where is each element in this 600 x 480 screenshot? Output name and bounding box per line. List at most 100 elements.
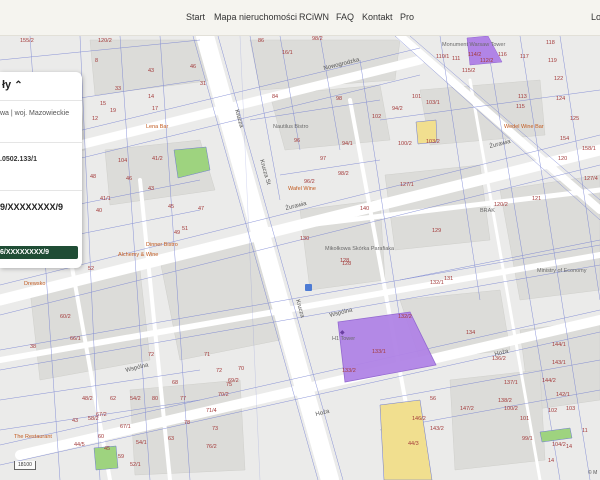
- parcel-label: 132/2: [398, 314, 412, 320]
- panel-title[interactable]: ły ⌃: [2, 79, 23, 91]
- parcel-label: 128: [340, 258, 349, 264]
- parcel-label: 111: [452, 56, 460, 62]
- parcel-label: 54/2: [130, 396, 141, 402]
- divider: [0, 100, 82, 101]
- parcel-label: 19: [110, 108, 116, 114]
- parcel-label: 131: [444, 276, 453, 282]
- parcel-label: 138/2: [498, 398, 512, 404]
- parcel-label: 118: [546, 40, 555, 46]
- parcel-label: 86: [258, 38, 264, 44]
- parcel-label: 49: [174, 230, 180, 236]
- parcel-label: 110/1: [436, 54, 449, 60]
- parcel-label: 136/2: [492, 356, 506, 362]
- poi-the-restaurant: The Restaurant: [14, 434, 52, 440]
- parcel-label: 44/3: [408, 441, 419, 447]
- parcel-label: 127/1: [400, 182, 414, 188]
- poi-brak: BRAK: [480, 208, 495, 214]
- parcel-label: 147/2: [460, 406, 474, 412]
- parcel-label: 48/2: [82, 396, 93, 402]
- parcel-label: 130: [300, 236, 309, 242]
- parcel-label: 14: [148, 94, 154, 100]
- parcel-label: 80: [152, 396, 158, 402]
- parcel-label: 78: [184, 420, 190, 426]
- parcel-label: 104: [118, 158, 127, 164]
- parcel-label: 101: [412, 94, 421, 100]
- parcel-label: 144/1: [552, 342, 566, 348]
- parcel-info-panel: ły ⌃ wa | woj. Mazowieckie .0502.133/1 9/…: [0, 72, 82, 268]
- parcel-id: .0502.133/1: [0, 156, 37, 163]
- poi-wedel-wine-bar: Wedel Wine Bar: [504, 124, 544, 130]
- parcel-label: 72: [216, 368, 222, 374]
- nav-mapa-nieruchomosci[interactable]: Mapa nieruchomości: [214, 12, 297, 22]
- parcel-label: 103/1: [426, 100, 440, 106]
- parcel-label: 44/5: [74, 442, 85, 448]
- map-attribution[interactable]: © M: [588, 470, 597, 476]
- parcel-label: 133/1: [372, 349, 386, 355]
- poi-lena-bar: Lena Bar: [146, 124, 168, 130]
- parcel-label: 94/2: [392, 106, 403, 112]
- parcel-label: 115/2: [462, 68, 475, 74]
- main-nav: Start Mapa nieruchomości RCiWN FAQ Konta…: [0, 0, 600, 36]
- parcel-label: 15: [100, 101, 106, 107]
- parcel-label: 77: [180, 396, 186, 402]
- poi-monument-warsaw-tower: Monument Warsaw Tower: [442, 42, 505, 48]
- chevron-up-icon[interactable]: ⌃: [14, 80, 22, 91]
- parcel-label: 60: [98, 434, 104, 440]
- parcel-label: 59: [118, 454, 124, 460]
- parcel-label: 96/2: [304, 179, 315, 185]
- nav-start[interactable]: Start: [186, 12, 205, 22]
- poi-ministerstwo: Mikołkowa Skórka Parafiaka: [325, 246, 395, 252]
- land-register-number-badge[interactable]: 6/XXXXXXXX/9: [0, 246, 78, 259]
- parcel-label: 115: [516, 104, 525, 110]
- parcel-label: 62: [110, 396, 116, 402]
- parcel-label: 70: [238, 366, 244, 372]
- parcel-label: 52/1: [130, 462, 141, 468]
- parcel-label: 103/2: [426, 139, 440, 145]
- parcel-label: 33: [115, 86, 121, 92]
- parcel-label: 102: [372, 114, 381, 120]
- parcel-label: 84: [272, 94, 278, 100]
- map-canvas[interactable]: Nowogrodzka Żurawia Żurawia Krucza Krucz…: [0, 36, 600, 480]
- poi-wafel-wine: Wafel Wine: [288, 186, 316, 192]
- divider: [0, 142, 82, 143]
- parcel-label: 134: [466, 330, 475, 336]
- parcel-label: 97: [320, 156, 326, 162]
- parcel-label: 54/1: [136, 440, 147, 446]
- parcel-label: 40: [96, 208, 102, 214]
- map-scale: 18100: [14, 461, 36, 470]
- parcel-label: 120/2: [494, 202, 508, 208]
- parcel-label: 71/4: [206, 408, 217, 414]
- poi-alchemy-wine: Alchemy & Wine: [118, 252, 158, 258]
- parcel-label: 121: [532, 196, 541, 202]
- parcel-label: 76/2: [206, 444, 217, 450]
- login-link[interactable]: Lo: [591, 12, 600, 22]
- parcel-label: 116: [498, 52, 507, 58]
- parcel-label: 144/2: [542, 378, 556, 384]
- parcel-label: 70/2: [218, 392, 229, 398]
- parcel-label: 102: [548, 408, 557, 414]
- parcel-label: 129: [432, 228, 441, 234]
- poi-nautilus-bistro: Nautilus Bistro: [273, 124, 308, 130]
- parcel-label: 143/2: [430, 426, 444, 432]
- nav-rciwn[interactable]: RCiWN: [299, 12, 329, 22]
- poi-drewsko: Drewsko: [24, 281, 45, 287]
- parcel-label: 137/1: [504, 380, 518, 386]
- parcel-label: 120/2: [98, 38, 112, 44]
- land-register-number: 9/XXXXXXXX/9: [0, 202, 64, 212]
- parcel-label: 127/4: [584, 176, 598, 182]
- parcel-label: 98: [336, 96, 342, 102]
- nav-pro[interactable]: Pro: [400, 12, 414, 22]
- parcel-label: 98/2: [338, 171, 349, 177]
- parcel-label: 71: [204, 352, 210, 358]
- panel-title-text: ły: [2, 79, 12, 91]
- parcel-label: 45: [104, 446, 110, 452]
- parcel-label: 45: [168, 204, 174, 210]
- parcel-label: 133/2: [342, 368, 356, 374]
- parcel-label: 104/2: [552, 442, 566, 448]
- parcel-label: 113: [518, 94, 527, 100]
- nav-faq[interactable]: FAQ: [336, 12, 354, 22]
- parcel-label: 67/2: [96, 412, 107, 418]
- parcel-label: 117: [520, 54, 529, 60]
- nav-kontakt[interactable]: Kontakt: [362, 12, 393, 22]
- parcel-label: 122: [554, 76, 563, 82]
